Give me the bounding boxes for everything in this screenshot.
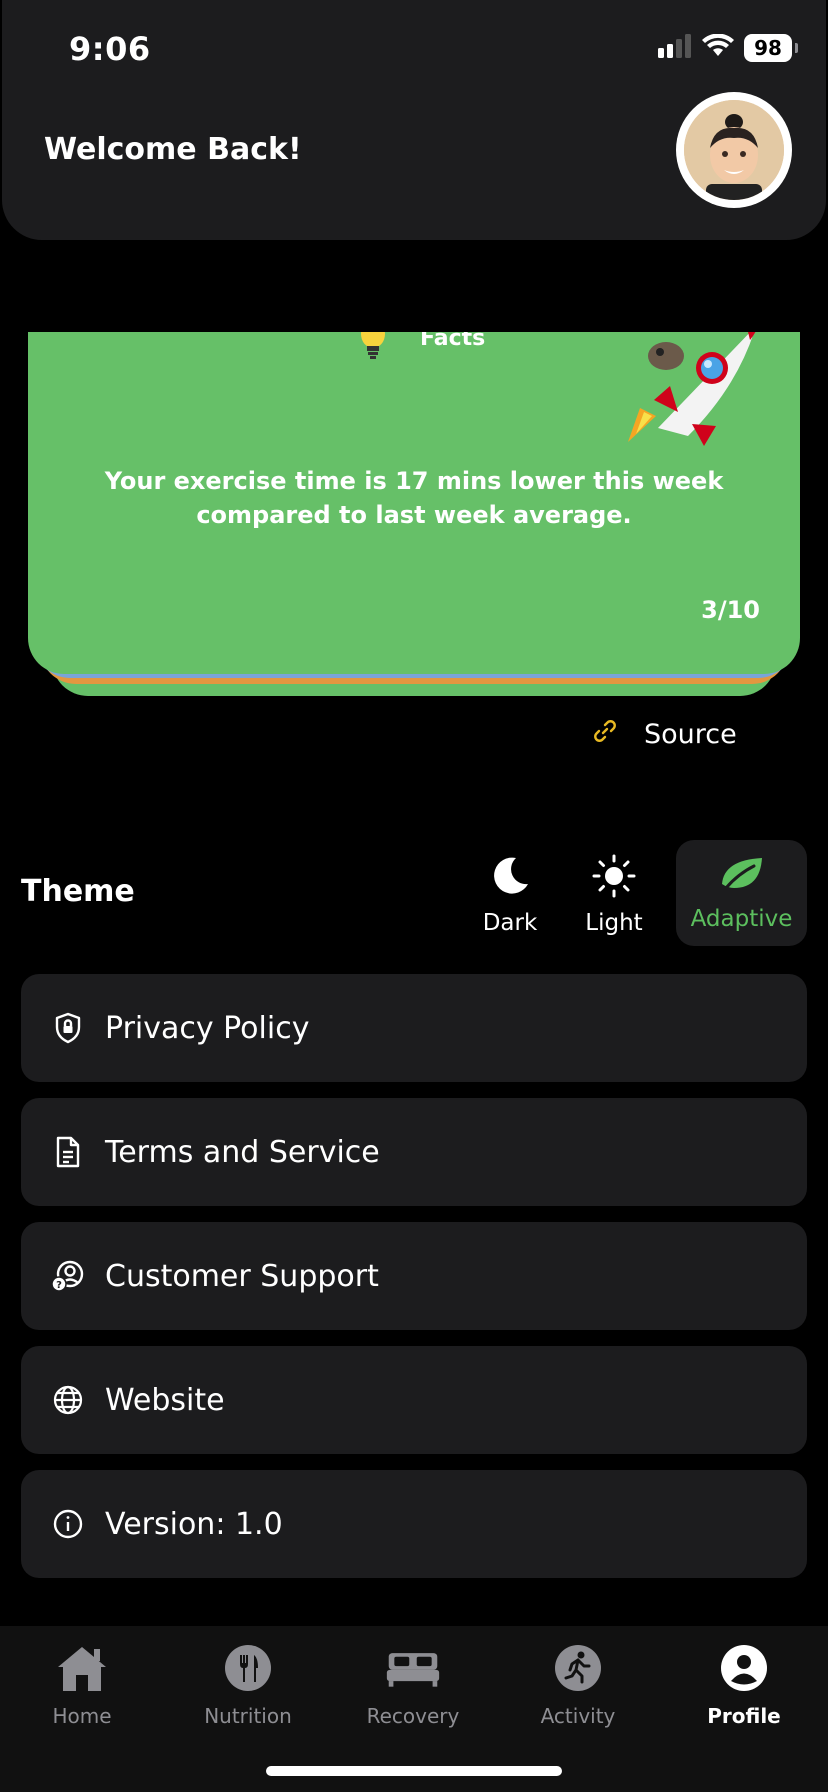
theme-option-light[interactable]: Light <box>574 840 654 946</box>
menu-item-label: Customer Support <box>105 1258 379 1294</box>
tab-activity[interactable]: Activity <box>508 1640 648 1728</box>
svg-text:?: ? <box>56 1280 62 1291</box>
lightbulb-icon <box>358 332 388 364</box>
link-icon <box>592 718 618 751</box>
tab-profile-label: Profile <box>707 1704 781 1728</box>
wifi-icon <box>702 33 734 62</box>
profile-screen: 9:06 98 Welcome Back! Facts Your exercis… <box>0 0 828 1792</box>
tab-activity-label: Activity <box>540 1704 616 1728</box>
running-icon <box>550 1640 606 1696</box>
tab-home[interactable]: Home <box>12 1640 152 1728</box>
memoji-avatar-image <box>684 100 784 200</box>
status-icons: 98 <box>658 33 798 62</box>
battery-indicator: 98 <box>744 34 798 62</box>
facts-card-stack[interactable]: Facts Your exercise time is 17 mins lowe… <box>28 332 800 696</box>
source-label: Source <box>644 719 737 750</box>
tab-nutrition[interactable]: Nutrition <box>178 1640 318 1728</box>
menu-item-label: Website <box>105 1382 225 1418</box>
bed-icon <box>385 1640 441 1696</box>
theme-option-adaptive-label: Adaptive <box>690 906 793 932</box>
tab-recovery[interactable]: Recovery <box>343 1640 483 1728</box>
source-link[interactable]: Source <box>592 718 737 751</box>
document-icon <box>51 1135 85 1169</box>
menu-item-label: Terms and Service <box>105 1134 380 1170</box>
fork-knife-icon <box>220 1640 276 1696</box>
theme-option-adaptive[interactable]: Adaptive <box>676 840 807 946</box>
menu-item-version: Version: 1.0 <box>21 1470 807 1578</box>
shield-lock-icon <box>51 1011 85 1045</box>
rocket-illustration-icon <box>618 332 768 450</box>
header: 9:06 98 Welcome Back! <box>2 0 826 240</box>
menu-item-label: Version: 1.0 <box>105 1506 283 1542</box>
menu-item-website[interactable]: Website <box>21 1346 807 1454</box>
theme-label: Theme <box>21 874 135 909</box>
fact-text: Your exercise time is 17 mins lower this… <box>104 467 724 529</box>
tab-nutrition-label: Nutrition <box>204 1704 292 1728</box>
tab-home-label: Home <box>52 1704 112 1728</box>
status-time: 9:06 <box>69 30 151 68</box>
info-icon <box>51 1507 85 1541</box>
fact-counter: 3/10 <box>701 596 760 624</box>
profile-icon <box>716 1640 772 1696</box>
cellular-signal-icon <box>658 34 692 62</box>
theme-option-dark-label: Dark <box>482 910 538 936</box>
home-icon <box>54 1640 110 1696</box>
theme-option-dark[interactable]: Dark <box>470 840 550 946</box>
menu-item-privacy-policy[interactable]: Privacy Policy <box>21 974 807 1082</box>
globe-icon <box>51 1383 85 1417</box>
menu-item-terms-and-service[interactable]: Terms and Service <box>21 1098 807 1206</box>
avatar[interactable] <box>676 92 792 208</box>
support-user-icon: ? <box>51 1259 85 1293</box>
moon-icon <box>488 854 532 904</box>
home-indicator[interactable] <box>266 1766 562 1776</box>
menu-item-customer-support[interactable]: ? Customer Support <box>21 1222 807 1330</box>
leaf-icon <box>718 854 766 900</box>
tab-recovery-label: Recovery <box>366 1704 460 1728</box>
theme-option-light-label: Light <box>585 910 643 936</box>
tab-profile[interactable]: Profile <box>674 1640 814 1728</box>
sun-icon <box>592 854 636 904</box>
welcome-title: Welcome Back! <box>44 132 302 167</box>
facts-label: Facts <box>420 332 486 351</box>
menu-item-label: Privacy Policy <box>105 1010 310 1046</box>
fact-card[interactable]: Facts Your exercise time is 17 mins lowe… <box>28 332 800 674</box>
